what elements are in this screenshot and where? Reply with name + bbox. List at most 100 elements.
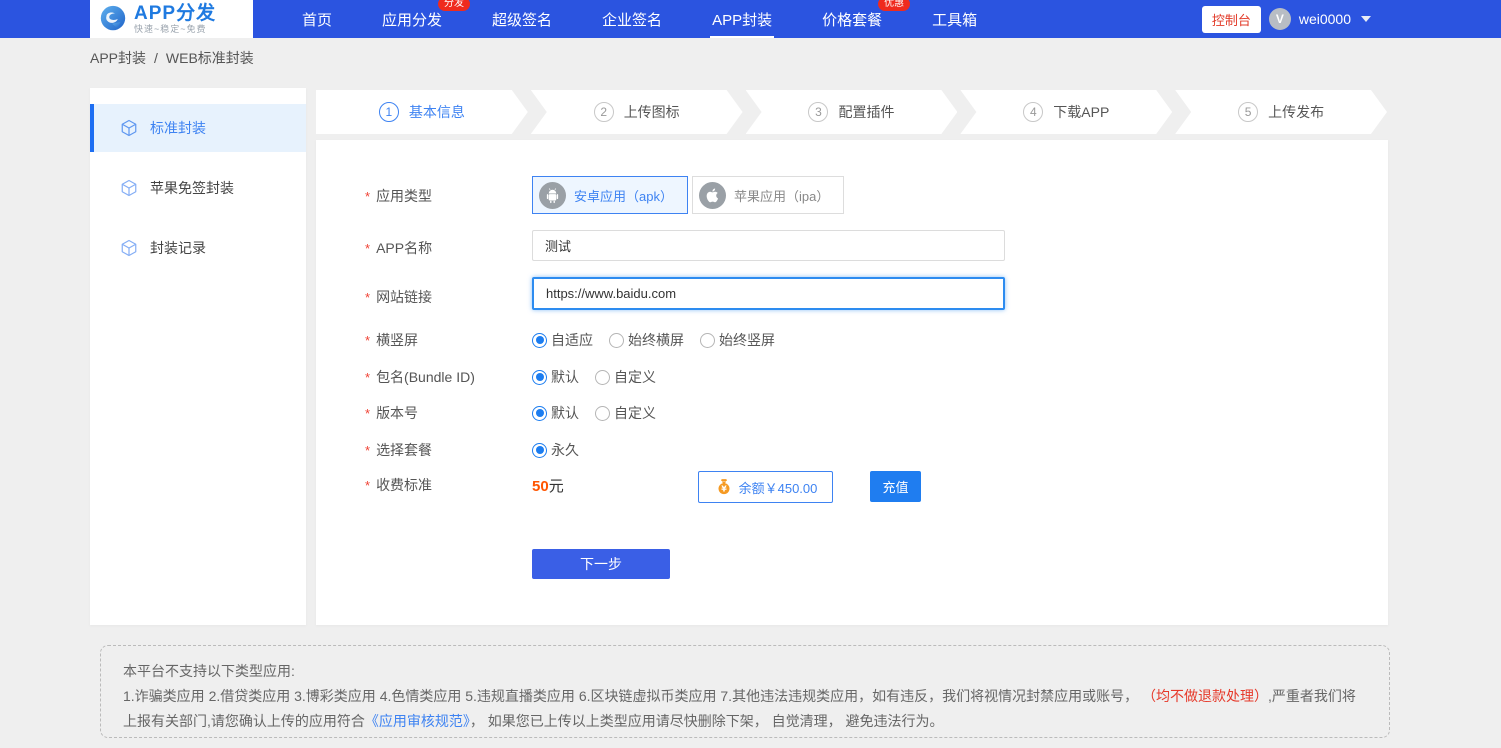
nav-menu: 首页 应用分发 分发 超级签名 企业签名 APP封装 价格套餐 优惠 工具箱 (300, 0, 979, 38)
fee-label: *收费标准 (365, 475, 432, 495)
bundle-id-options: 默认 自定义 (532, 367, 666, 387)
radio-bundle-default[interactable]: 默认 (532, 367, 579, 387)
site-url-label: *网站链接 (365, 287, 432, 307)
required-asterisk: * (365, 241, 370, 256)
step-download-app: 4 下载APP (960, 90, 1172, 134)
notice-no-refund: （均不做退款处理） (1142, 688, 1268, 704)
top-navbar: APP分发 快速~稳定~免费 首页 应用分发 分发 超级签名 企业签名 APP封… (0, 0, 1501, 38)
radio-icon (595, 370, 610, 385)
apple-app-button[interactable]: 苹果应用（ipa） (692, 176, 844, 214)
radio-adaptive[interactable]: 自适应 (532, 330, 593, 350)
radio-icon (532, 406, 547, 421)
distribution-badge: 分发 (438, 0, 470, 11)
radio-bundle-custom[interactable]: 自定义 (595, 367, 656, 387)
breadcrumb: APP封装 / WEB标准封装 (90, 38, 254, 78)
step-basic-info: 1 基本信息 (316, 90, 528, 134)
nav-right: 控制台 V wei0000 (1202, 0, 1371, 38)
sidebar-item-apple-signfree-packaging[interactable]: 苹果免签封装 (90, 164, 306, 212)
plan-options: 永久 (532, 440, 589, 460)
required-asterisk: * (365, 443, 370, 458)
version-label: *版本号 (365, 403, 418, 423)
next-step-button[interactable]: 下一步 (532, 549, 670, 579)
step-label: 配置插件 (838, 102, 894, 122)
notice-title: 本平台不支持以下类型应用: (123, 659, 1367, 684)
orientation-options: 自适应 始终横屏 始终竖屏 (532, 330, 785, 350)
sidebar-item-standard-packaging[interactable]: 标准封装 (90, 104, 306, 152)
nav-item-toolbox[interactable]: 工具箱 (930, 0, 979, 38)
logo-text: APP分发 快速~稳定~免费 (134, 4, 216, 34)
app-type-label: *应用类型 (365, 186, 432, 206)
radio-icon (609, 333, 624, 348)
step-number: 2 (594, 102, 614, 122)
nav-item-super-sign[interactable]: 超级签名 (490, 0, 554, 38)
step-number: 5 (1238, 102, 1258, 122)
breadcrumb-separator: / (154, 50, 158, 66)
plan-label: *选择套餐 (365, 440, 432, 460)
sidebar-item-packaging-records[interactable]: 封装记录 (90, 224, 306, 272)
form-card: *应用类型 (316, 140, 1388, 625)
review-spec-link[interactable]: 《应用审核规范》 (365, 713, 470, 729)
recharge-button[interactable]: 充值 (870, 471, 921, 502)
step-label: 基本信息 (409, 102, 465, 122)
radio-icon (532, 370, 547, 385)
notice-text: ， 如果您已上传以上类型应用请尽快删除下架， 自觉清理， 避免违法行为。 (470, 713, 944, 729)
step-wizard: 1 基本信息 2 上传图标 3 配置插件 4 下载APP 5 上传发布 (316, 90, 1390, 134)
radio-always-portrait[interactable]: 始终竖屏 (700, 330, 775, 350)
step-upload-icon: 2 上传图标 (531, 90, 743, 134)
sidebar-item-label: 苹果免签封装 (150, 178, 234, 198)
required-asterisk: * (365, 370, 370, 385)
radio-icon (595, 406, 610, 421)
fee-value: 50 (532, 478, 549, 495)
android-icon (539, 182, 566, 209)
nav-item-app-packaging[interactable]: APP封装 (710, 0, 774, 38)
balance-label: 余额￥450.00 (739, 478, 818, 497)
required-asterisk: * (365, 290, 370, 305)
page: APP分发 快速~稳定~免费 首页 应用分发 分发 超级签名 企业签名 APP封… (0, 0, 1501, 748)
package-icon (120, 119, 138, 137)
radio-always-landscape[interactable]: 始终横屏 (609, 330, 684, 350)
required-asterisk: * (365, 333, 370, 348)
radio-version-custom[interactable]: 自定义 (595, 403, 656, 423)
step-label: 上传发布 (1268, 102, 1324, 122)
apple-icon (699, 182, 726, 209)
sidebar-item-label: 标准封装 (150, 118, 206, 138)
package-icon (120, 179, 138, 197)
step-number: 4 (1023, 102, 1043, 122)
step-number: 3 (808, 102, 828, 122)
balance-button[interactable]: ¥ 余额￥450.00 (698, 471, 833, 503)
avatar[interactable]: V (1269, 8, 1291, 30)
required-asterisk: * (365, 406, 370, 421)
nav-item-home[interactable]: 首页 (300, 0, 334, 38)
sidebar-item-label: 封装记录 (150, 238, 206, 258)
logo[interactable]: APP分发 快速~稳定~免费 (90, 0, 253, 38)
step-number: 1 (379, 102, 399, 122)
username[interactable]: wei0000 (1299, 11, 1351, 27)
nav-item-enterprise-sign[interactable]: 企业签名 (600, 0, 664, 38)
step-label: 下载APP (1053, 102, 1109, 122)
required-asterisk: * (365, 189, 370, 204)
nav-item-app-distribution[interactable]: 应用分发 分发 (380, 0, 444, 38)
chevron-down-icon[interactable] (1361, 16, 1371, 22)
logo-icon (98, 4, 128, 34)
breadcrumb-current: WEB标准封装 (166, 48, 254, 68)
logo-subtitle: 快速~稳定~免费 (134, 25, 216, 34)
android-app-button[interactable]: 安卓应用（apk） (532, 176, 688, 214)
breadcrumb-parent[interactable]: APP封装 (90, 48, 146, 68)
console-button[interactable]: 控制台 (1202, 6, 1261, 33)
orientation-label: *横竖屏 (365, 330, 418, 350)
logo-title: APP分发 (134, 4, 216, 23)
nav-item-pricing[interactable]: 价格套餐 优惠 (820, 0, 884, 38)
fee-unit: 元 (549, 478, 564, 495)
discount-badge: 优惠 (878, 0, 910, 11)
radio-icon (532, 443, 547, 458)
fee-amount: 50元 (532, 475, 564, 496)
radio-version-default[interactable]: 默认 (532, 403, 579, 423)
app-name-input[interactable] (532, 230, 1005, 261)
radio-icon (700, 333, 715, 348)
radio-icon (532, 333, 547, 348)
step-upload-publish: 5 上传发布 (1175, 90, 1387, 134)
package-icon (120, 239, 138, 257)
notice-body: 1.诈骗类应用 2.借贷类应用 3.博彩类应用 4.色情类应用 5.违规直播类应… (123, 684, 1367, 734)
site-url-input[interactable] (532, 277, 1005, 310)
radio-plan-permanent[interactable]: 永久 (532, 440, 579, 460)
